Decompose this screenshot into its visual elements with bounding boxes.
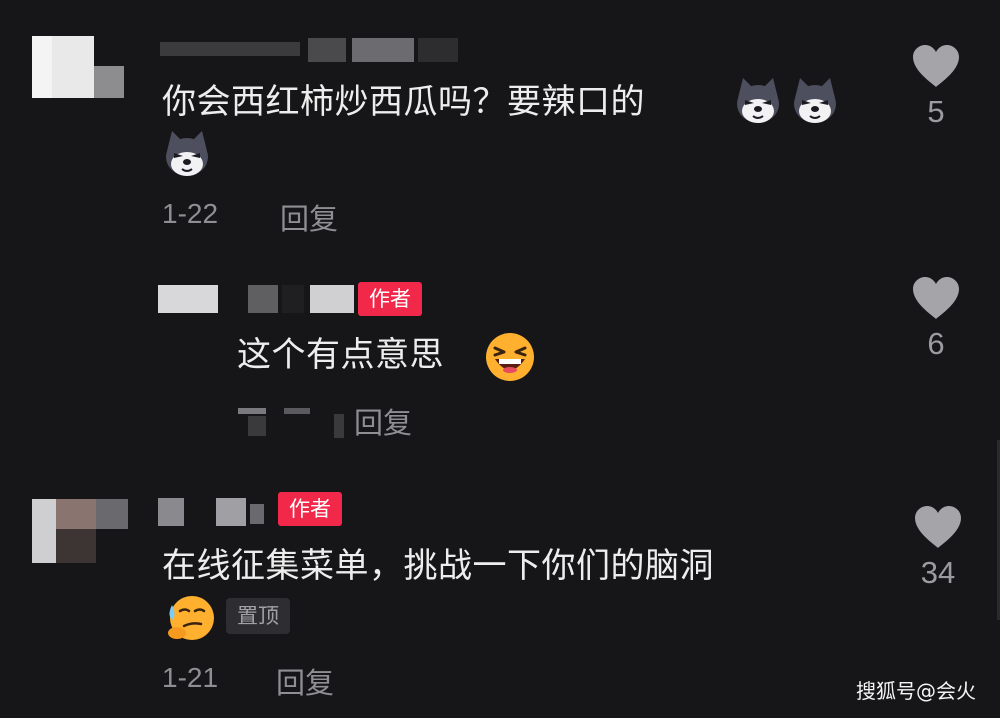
comment-text: 你会西红柿炒西瓜吗？要辣口的 bbox=[162, 82, 645, 122]
reply-button[interactable]: 回复 bbox=[354, 400, 412, 442]
username[interactable] bbox=[158, 283, 358, 315]
reply-button[interactable]: 回复 bbox=[280, 196, 338, 238]
heart-icon bbox=[913, 45, 959, 87]
like-count: 34 bbox=[920, 555, 956, 590]
username[interactable] bbox=[158, 496, 266, 528]
comment-text: 这个有点意思 bbox=[237, 335, 444, 375]
comment-text: 在线征集菜单，挑战一下你们的脑洞 bbox=[162, 546, 714, 586]
like-count: 5 bbox=[927, 94, 945, 129]
like-button[interactable]: 6 bbox=[906, 276, 966, 362]
husky-emoji bbox=[737, 78, 779, 123]
laughing-emoji bbox=[486, 333, 534, 381]
reply-button[interactable]: 回复 bbox=[276, 660, 334, 702]
like-button[interactable]: 34 bbox=[908, 505, 968, 591]
watermark: 搜狐号@会火 bbox=[856, 679, 976, 703]
comment-date bbox=[234, 406, 344, 438]
comment-date: 1-22 bbox=[162, 198, 219, 229]
heart-icon bbox=[915, 506, 961, 548]
sweat-smirk-emoji bbox=[168, 596, 214, 640]
pinned-badge: 置顶 bbox=[226, 598, 290, 634]
husky-emoji bbox=[166, 131, 208, 176]
author-badge: 作者 bbox=[278, 492, 342, 526]
avatar[interactable] bbox=[32, 36, 124, 98]
like-count: 6 bbox=[927, 326, 945, 361]
comment-date: 1-21 bbox=[162, 662, 219, 693]
avatar[interactable] bbox=[32, 499, 128, 563]
like-button[interactable]: 5 bbox=[906, 44, 966, 130]
husky-emoji bbox=[794, 78, 836, 123]
heart-icon bbox=[913, 277, 959, 319]
author-badge: 作者 bbox=[358, 282, 422, 316]
username[interactable] bbox=[160, 38, 465, 64]
